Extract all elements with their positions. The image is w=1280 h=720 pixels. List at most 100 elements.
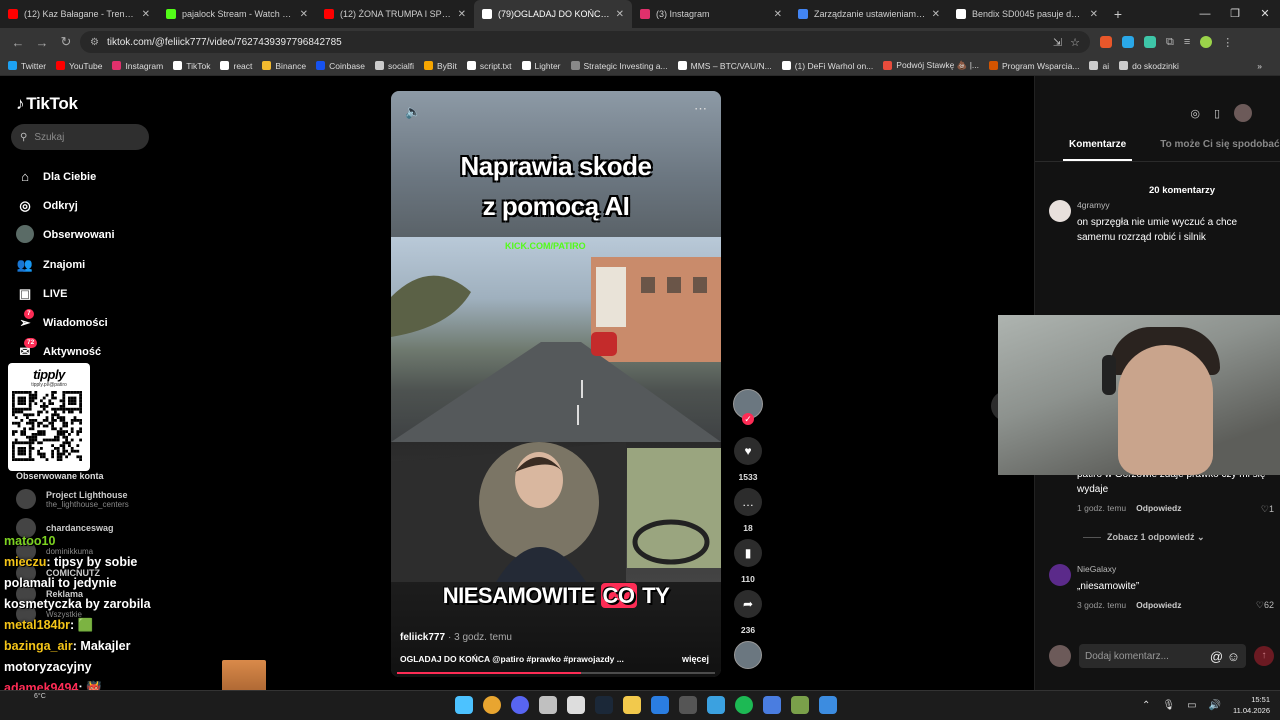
more-button[interactable]: więcej <box>682 654 709 664</box>
browser-tab[interactable]: pajalock Stream - Watch Live on Kick ✕ <box>158 0 316 28</box>
bookmark-item[interactable]: Podwój Stawkę 💩 |... <box>883 60 979 71</box>
bookmark-item[interactable]: Coinbase <box>316 61 365 71</box>
tiktok-logo[interactable]: ♪ TikTok <box>16 94 78 114</box>
bookmark-item[interactable]: react <box>220 61 252 71</box>
video-player[interactable]: Naprawia skode z pomocą AI KICK.COM/PATI… <box>391 91 721 677</box>
commenter-avatar[interactable] <box>1049 564 1071 586</box>
bookmark-item[interactable]: Lighter <box>521 61 561 71</box>
volume-icon[interactable]: 🔈 <box>405 104 421 120</box>
send-arrow-icon[interactable]: ↑ <box>1254 646 1274 666</box>
author-name[interactable]: feliick777 <box>400 632 445 643</box>
bookmark-item[interactable]: (1) DeFi Warhol on... <box>781 61 873 71</box>
bookmark-item[interactable]: Program Wsparcia... <box>989 61 1079 71</box>
view-replies-button[interactable]: Zobacz 1 odpowiedź ⌄ <box>1083 532 1205 543</box>
close-window-button[interactable]: ✕ <box>1250 0 1280 28</box>
commenter-username[interactable]: 4gramyy <box>1077 200 1274 210</box>
profile-avatar[interactable] <box>1200 36 1213 48</box>
extension-icon[interactable] <box>1122 36 1134 48</box>
tab-comments[interactable]: Komentarze <box>1035 134 1133 161</box>
browser-tab[interactable]: (12) Kaz Bałagane - Trendsetter ✕ <box>0 0 158 28</box>
followed-account[interactable]: Project Lighthouse the_lighthouse_centers <box>16 489 129 509</box>
sidebar-item[interactable]: ⌂ Dla Ciebie <box>16 162 166 191</box>
extension-icon[interactable] <box>1144 36 1156 48</box>
app-icon[interactable] <box>651 696 669 714</box>
bookmark-item[interactable]: Binance <box>262 61 306 71</box>
tab-close-icon[interactable]: ✕ <box>616 9 624 20</box>
comment-button[interactable]: … 18 <box>733 488 763 533</box>
tab-close-icon[interactable]: ✕ <box>1090 9 1098 20</box>
comment-like-button[interactable]: ♡1 <box>1261 504 1274 515</box>
steam-icon[interactable] <box>595 696 613 714</box>
bookmark-item[interactable]: socialfi <box>375 61 414 71</box>
site-info-icon[interactable]: ⚙ <box>90 37 99 48</box>
discord-icon[interactable] <box>511 696 529 714</box>
user-avatar[interactable] <box>1234 104 1252 122</box>
back-icon[interactable]: ← <box>6 35 30 50</box>
creator-avatar-button[interactable]: ✓ <box>733 389 763 425</box>
more-options-icon[interactable]: ⋯ <box>694 101 707 117</box>
sidebar-item[interactable]: Obserwowani <box>16 221 166 250</box>
device-icon[interactable]: ▯ <box>1214 107 1220 120</box>
bookmark-item[interactable]: MMS – BTC/VAU/N... <box>677 61 772 71</box>
windows-start-icon[interactable] <box>455 696 473 714</box>
sidebar-item[interactable]: 👥 Znajomi <box>16 250 166 279</box>
bookmark-item[interactable]: ai <box>1089 61 1109 71</box>
sidebar-item[interactable]: ➢ 7 Wiadomości <box>16 308 166 337</box>
tab-close-icon[interactable]: ✕ <box>300 9 308 20</box>
sidebar-item[interactable]: ◎ Odkryj <box>16 191 166 220</box>
emoji-icon[interactable]: ☺ <box>1227 649 1240 664</box>
install-app-icon[interactable]: ⇲ <box>1053 36 1062 49</box>
browser-tab[interactable]: Bendix SD0045 pasuje do Octavia ✕ <box>948 0 1106 28</box>
bookmark-item[interactable]: Instagram <box>112 61 163 71</box>
browser-tab[interactable]: Zarządzanie ustawieniami transakcji ✕ <box>790 0 948 28</box>
bookmark-item[interactable]: TikTok <box>173 61 210 71</box>
commenter-avatar[interactable] <box>1049 200 1071 222</box>
bookmark-item[interactable]: script.txt <box>466 61 512 71</box>
minimize-button[interactable]: — <box>1190 0 1220 28</box>
app-icon[interactable] <box>763 696 781 714</box>
browser-tab[interactable]: (79)OGLADAJ DO KOŃCA @ ✕ <box>474 0 632 28</box>
new-tab-button[interactable]: + <box>1106 6 1130 22</box>
microphone-icon[interactable]: 🎙 <box>1162 700 1175 711</box>
browser-tab[interactable]: (3) Instagram ✕ <box>632 0 790 28</box>
save-button[interactable]: ▮ 110 <box>733 539 763 584</box>
reload-icon[interactable]: ↻ <box>54 34 78 50</box>
weather-widget[interactable]: 6°C <box>34 693 46 700</box>
video-author[interactable]: feliick777 · 3 godz. temu <box>400 632 512 643</box>
bookmark-item[interactable]: do skodzinki <box>1119 61 1179 71</box>
extension-icon[interactable] <box>1100 36 1112 48</box>
url-field[interactable]: ⚙ tiktok.com/@feliick777/video/762743939… <box>80 31 1090 53</box>
terminal-icon[interactable] <box>679 696 697 714</box>
reading-list-icon[interactable]: ≡ <box>1184 36 1190 48</box>
app-icon[interactable] <box>791 696 809 714</box>
bookmarks-overflow-icon[interactable]: » <box>1257 61 1262 71</box>
spotify-icon[interactable] <box>735 696 753 714</box>
tab-close-icon[interactable]: ✕ <box>142 9 150 20</box>
extensions-puzzle-icon[interactable]: ⧉ <box>1166 36 1174 49</box>
commenter-username[interactable]: NieGalaxy <box>1077 564 1274 574</box>
bookmark-item[interactable]: ByBit <box>424 61 457 71</box>
chrome-icon[interactable] <box>483 696 501 714</box>
tab-close-icon[interactable]: ✕ <box>932 9 940 20</box>
maximize-button[interactable]: ❐ <box>1220 0 1250 28</box>
reply-button[interactable]: Odpowiedz <box>1136 600 1181 610</box>
bookmark-item[interactable]: Strategic Investing a... <box>570 61 668 71</box>
obs-icon[interactable] <box>567 696 585 714</box>
app-icon[interactable] <box>707 696 725 714</box>
forward-icon[interactable]: → <box>30 35 54 50</box>
clock[interactable]: 15:51 11.04.2026 <box>1233 694 1270 716</box>
share-button[interactable]: ➦ 236 <box>733 590 763 635</box>
bookmark-item[interactable]: YouTube <box>56 61 102 71</box>
tab-close-icon[interactable]: ✕ <box>458 9 466 20</box>
video-progress-bar[interactable] <box>397 672 715 674</box>
follow-check-icon[interactable]: ✓ <box>742 413 754 425</box>
mention-icon[interactable]: @ <box>1210 649 1223 664</box>
network-icon[interactable]: ▭ <box>1187 700 1196 711</box>
menu-kebab-icon[interactable]: ⋮ <box>1222 36 1233 49</box>
tab-close-icon[interactable]: ✕ <box>774 9 782 20</box>
bookmark-item[interactable]: Twitter <box>8 61 46 71</box>
tab-recommended[interactable]: To może Ci się spodobać <box>1126 134 1279 161</box>
coin-icon[interactable]: ◎ <box>1190 107 1200 120</box>
sound-disc-button[interactable] <box>733 641 763 669</box>
file-explorer-icon[interactable] <box>623 696 641 714</box>
